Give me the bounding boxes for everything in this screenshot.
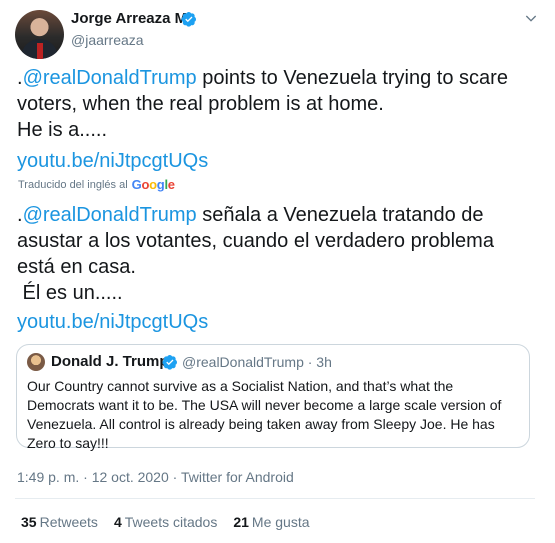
- retweets-stat[interactable]: 35 Retweets: [21, 514, 98, 530]
- quoted-author-avatar[interactable]: [27, 353, 45, 371]
- author-name[interactable]: Jorge Arreaza M: [71, 10, 187, 27]
- chevron-down-icon[interactable]: [523, 10, 539, 26]
- mention-link[interactable]: @realDonaldTrump: [23, 204, 197, 226]
- tweet-line: Él es un.....: [17, 282, 123, 304]
- youtube-link[interactable]: youtu.be/niJtpcgtUQs: [17, 148, 537, 174]
- quoted-handle-time: @realDonaldTrump · 3h: [182, 354, 332, 370]
- tweet-timestamp-source[interactable]: 1:49 p. m. · 12 oct. 2020 · Twitter for …: [17, 469, 294, 485]
- translation-attribution[interactable]: Traducido del inglés al Google: [18, 177, 175, 192]
- translation-label: Traducido del inglés al: [18, 178, 128, 191]
- quoted-tweet-text: Our Country cannot survive as a Socialis…: [27, 378, 502, 451]
- verified-badge-icon: [162, 355, 177, 370]
- tweet-stats: 35 Retweets 4 Tweets citados 21 Me gusta: [21, 514, 326, 530]
- likes-stat[interactable]: 21 Me gusta: [233, 514, 309, 530]
- divider: [15, 498, 535, 499]
- quoted-author-name[interactable]: Donald J. Trump: [51, 353, 169, 370]
- avatar-tie: [37, 43, 43, 59]
- tweet-original-text: .@realDonaldTrump points to Venezuela tr…: [17, 65, 537, 143]
- text-segment: señala a Venezuela tratando de: [196, 204, 484, 226]
- youtube-link-translated[interactable]: youtu.be/niJtpcgtUQs: [17, 309, 537, 335]
- text-segment: points to Venezuela trying to scare: [196, 67, 508, 89]
- tweet-line: está en casa.: [17, 256, 136, 278]
- google-logo: Google: [131, 177, 175, 192]
- tweet-line: asustar a los votantes, cuando el verdad…: [17, 230, 494, 252]
- quoted-tweet-card[interactable]: Donald J. Trump @realDonaldTrump · 3h Ou…: [16, 344, 530, 451]
- tweet-line: .@realDonaldTrump points to Venezuela tr…: [17, 65, 537, 91]
- author-handle[interactable]: @jaarreaza: [71, 32, 144, 48]
- author-avatar[interactable]: [15, 10, 64, 59]
- tweet-line: .@realDonaldTrump señala a Venezuela tra…: [17, 202, 537, 228]
- mention-link[interactable]: @realDonaldTrump: [23, 67, 197, 89]
- quote-tweets-stat[interactable]: 4 Tweets citados: [114, 514, 217, 530]
- verified-badge-icon: [181, 12, 196, 27]
- tweet-line: He is a.....: [17, 119, 108, 141]
- tweet-line: voters, when the real problem is at home…: [17, 93, 384, 115]
- tweet-translated-text: .@realDonaldTrump señala a Venezuela tra…: [17, 202, 537, 306]
